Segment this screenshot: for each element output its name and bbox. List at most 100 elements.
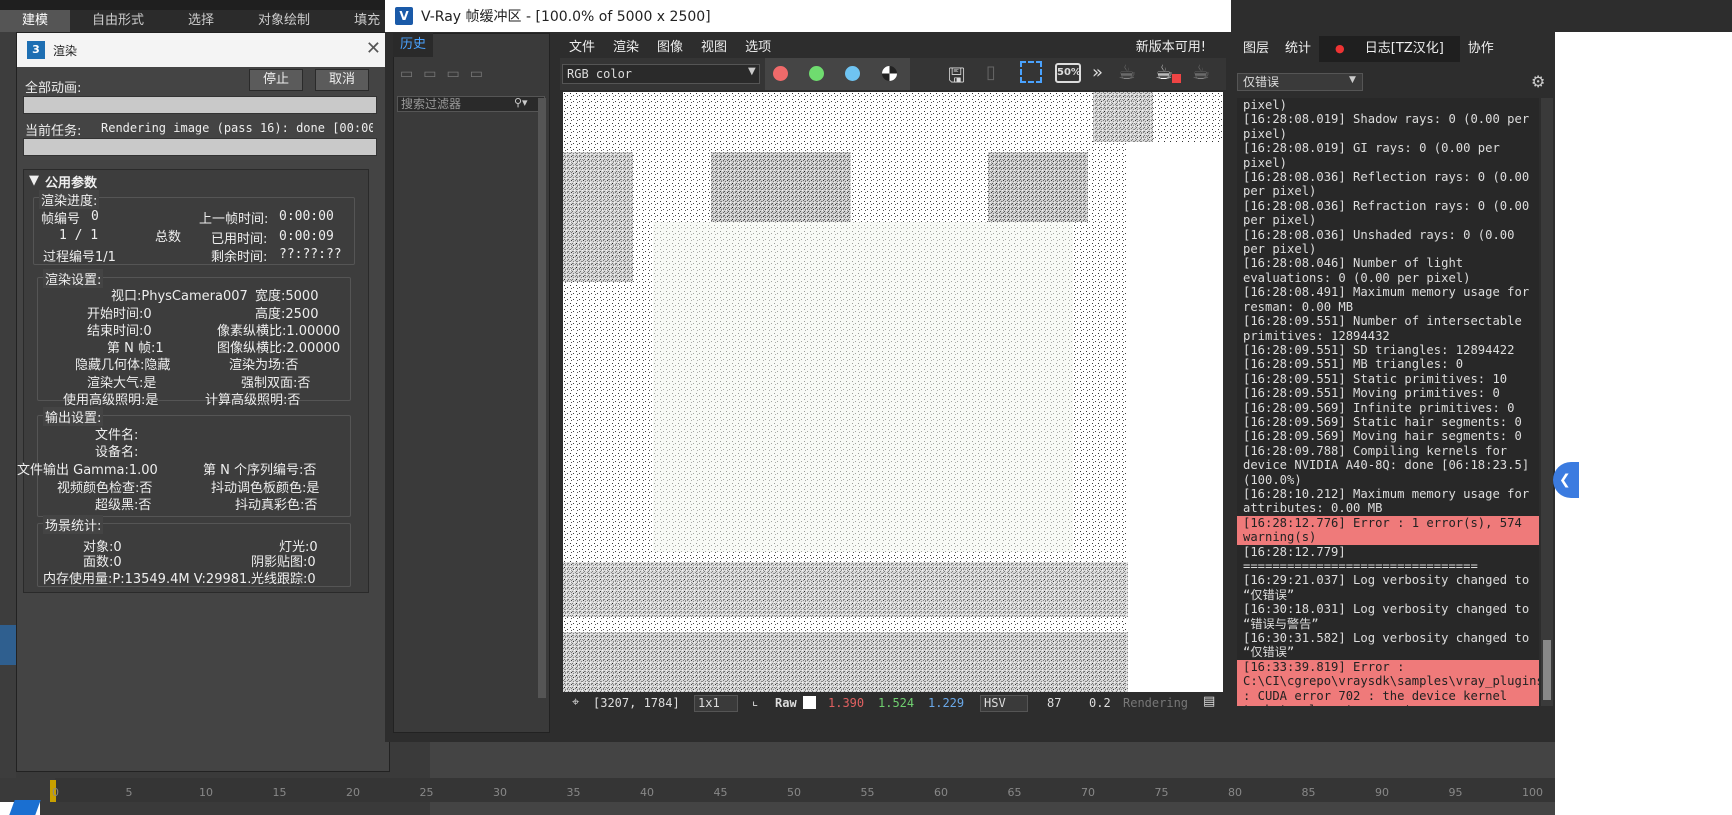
timeline-tick: 95 — [1448, 786, 1463, 799]
current-task-progress — [23, 138, 377, 156]
log-view[interactable]: pixel) [16:28:08.019] Shadow rays: 0 (0.0… — [1237, 98, 1539, 706]
more-tools-icon[interactable]: » — [1092, 62, 1103, 83]
history-ab-icon[interactable]: ▭ — [423, 66, 436, 86]
common-params-title[interactable]: 公用参数 — [45, 172, 97, 191]
stop-button[interactable]: 停止 — [249, 69, 303, 91]
timeline-tick: 50 — [787, 786, 801, 799]
right-background — [1555, 32, 1732, 815]
all-animation-progress — [23, 96, 377, 114]
timeline-tick: 35 — [566, 786, 581, 799]
frame-no-label: 帧编号 — [41, 212, 81, 227]
log-error-line: [16:33:39.819] Error : C:\CI\cgrepo\vray… — [1237, 659, 1539, 706]
menu-options[interactable]: 选项 — [745, 36, 771, 55]
viewport-setting: 视口:PhysCamera007 — [111, 289, 248, 304]
timeline-tick: 20 — [346, 786, 360, 799]
tab-selection[interactable]: 选择 — [166, 10, 236, 32]
render-image[interactable] — [563, 92, 1223, 692]
autodesk-logo — [9, 800, 41, 815]
menu-render[interactable]: 渲染 — [613, 36, 639, 55]
close-icon[interactable]: ✕ — [366, 38, 381, 59]
current-task-label: 当前任务: — [25, 124, 82, 139]
elapsed-label: 已用时间: — [211, 232, 268, 247]
render-teapot-icon[interactable]: ☕ — [1118, 60, 1136, 84]
log-line: [16:28:09.569] Infinite primitives: 0 — [1243, 400, 1515, 415]
zoom-icon[interactable]: 50% — [1055, 63, 1081, 83]
channel-select[interactable]: RGB color — [562, 64, 760, 84]
vfb-menubar: 文件 渲染 图像 视图 选项 新版本可用! — [560, 33, 1220, 57]
tab-log[interactable]: ● 日志[TZ汉化] — [1319, 36, 1460, 62]
gear-icon[interactable]: ⚙ — [1531, 72, 1545, 91]
history-load-icon[interactable]: ▭ — [446, 66, 459, 86]
timeline-tick: 75 — [1154, 786, 1169, 799]
timeline-tick: 70 — [1081, 786, 1095, 799]
max-viewport-thumb — [0, 625, 16, 665]
timeline-track[interactable] — [55, 778, 1732, 802]
tab-modeling[interactable]: 建模 — [0, 10, 71, 32]
log-line: [16:28:09.569] Static hair segments: 0 — [1243, 414, 1522, 429]
stop-render-teapot-icon[interactable]: ☕ — [1155, 60, 1173, 84]
render-dialog-titlebar: 3 渲染 ✕ — [17, 33, 391, 67]
menu-file[interactable]: 文件 — [569, 36, 595, 55]
file-gamma-setting: 文件输出 Gamma:1.00 — [17, 463, 158, 478]
frames-ratio: 1 / 1 — [59, 228, 99, 243]
max-ribbon-tabs: 建模 自由形式 选择 对象绘制 填充 — [0, 10, 430, 32]
log-line: [16:28:08.046] Number of light evaluatio… — [1243, 256, 1471, 285]
log-scroll-thumb[interactable] — [1543, 640, 1551, 700]
tab-freeform[interactable]: 自由形式 — [70, 10, 166, 32]
tab-collaboration[interactable]: 协作 — [1460, 36, 1502, 62]
log-tabs: 图层 统计 ● 日志[TZ汉化] 协作 — [1235, 36, 1545, 62]
log-scrollbar[interactable] — [1541, 98, 1553, 706]
history-save-icon[interactable]: ▭ — [400, 66, 413, 86]
curve-icon[interactable]: ⌞ — [752, 694, 758, 709]
timeline-tick: 65 — [1007, 786, 1022, 799]
blue-value: 1.229 — [928, 696, 965, 710]
device-name-setting: 设备名: — [95, 445, 139, 460]
interactive-teapot-icon[interactable]: ☕ — [1192, 60, 1210, 84]
tab-log-label: 日志[TZ汉化] — [1364, 41, 1444, 56]
raw-label[interactable]: Raw — [775, 696, 797, 710]
clear-image-icon[interactable]: ▯ — [986, 62, 996, 83]
render-dialog-title: 渲染 — [53, 43, 78, 58]
log-line: [16:28:09.551] MB triangles: 0 — [1243, 357, 1464, 372]
tab-layers[interactable]: 图层 — [1235, 36, 1277, 62]
tab-object-paint[interactable]: 对象绘制 — [236, 10, 332, 32]
raytrace-stat: 光线跟踪:0 — [251, 572, 316, 587]
timeline-tick: 25 — [419, 786, 434, 799]
new-version-link[interactable]: 新版本可用! — [1136, 36, 1206, 55]
history-scrollbar[interactable] — [538, 98, 546, 698]
mono-channel-icon[interactable] — [882, 66, 897, 81]
tab-stats[interactable]: 统计 — [1277, 36, 1319, 62]
red-value: 1.390 — [828, 696, 865, 710]
elapsed-value: 0:00:09 — [279, 229, 334, 244]
saturation-value: 0.2 — [1089, 696, 1111, 710]
timeline-tick: 100 — [1522, 786, 1543, 799]
save-image-icon[interactable]: 🖫 — [948, 61, 965, 95]
menu-image[interactable]: 图像 — [657, 36, 683, 55]
timeline-tick: 10 — [199, 786, 213, 799]
log-line: [16:28:08.491] Maximum memory usage for … — [1243, 285, 1530, 314]
progress-group-label: 渲染进度: — [39, 190, 100, 209]
hue-value: 87 — [1047, 696, 1062, 710]
render-fields-setting: 渲染为场:否 — [229, 358, 299, 373]
timeline-tick: 60 — [934, 786, 948, 799]
timeline-tick: 45 — [713, 786, 728, 799]
history-remove-icon[interactable]: ▭ — [470, 66, 483, 86]
region-render-icon[interactable] — [1020, 61, 1042, 83]
red-channel-icon[interactable] — [773, 66, 788, 81]
log-filter-select[interactable]: 仅错误 — [1237, 73, 1363, 91]
sample-size-select[interactable]: 1x1 — [694, 695, 738, 712]
history-tab[interactable]: 历史 — [393, 33, 433, 57]
menu-view[interactable]: 视图 — [701, 36, 727, 55]
last-frame-label: 上一帧时间: — [199, 212, 269, 227]
render-status: Rendering — [1123, 696, 1189, 710]
log-toggle-icon[interactable]: ▤ — [1203, 694, 1215, 709]
color-mode-select[interactable]: HSV — [980, 695, 1028, 712]
nth-serial-setting: 第 N 个序列编号:否 — [203, 463, 317, 478]
log-error-line: [16:28:12.776] Error : 1 error(s), 574 w… — [1237, 515, 1539, 545]
cancel-button[interactable]: 取消 — [315, 69, 369, 91]
rollout-arrow-icon[interactable]: ▼ — [29, 173, 39, 188]
dither-true-setting: 抖动真彩色:否 — [235, 498, 318, 513]
green-channel-icon[interactable] — [809, 66, 824, 81]
blue-channel-icon[interactable] — [845, 66, 860, 81]
timeline-tick: 30 — [493, 786, 507, 799]
